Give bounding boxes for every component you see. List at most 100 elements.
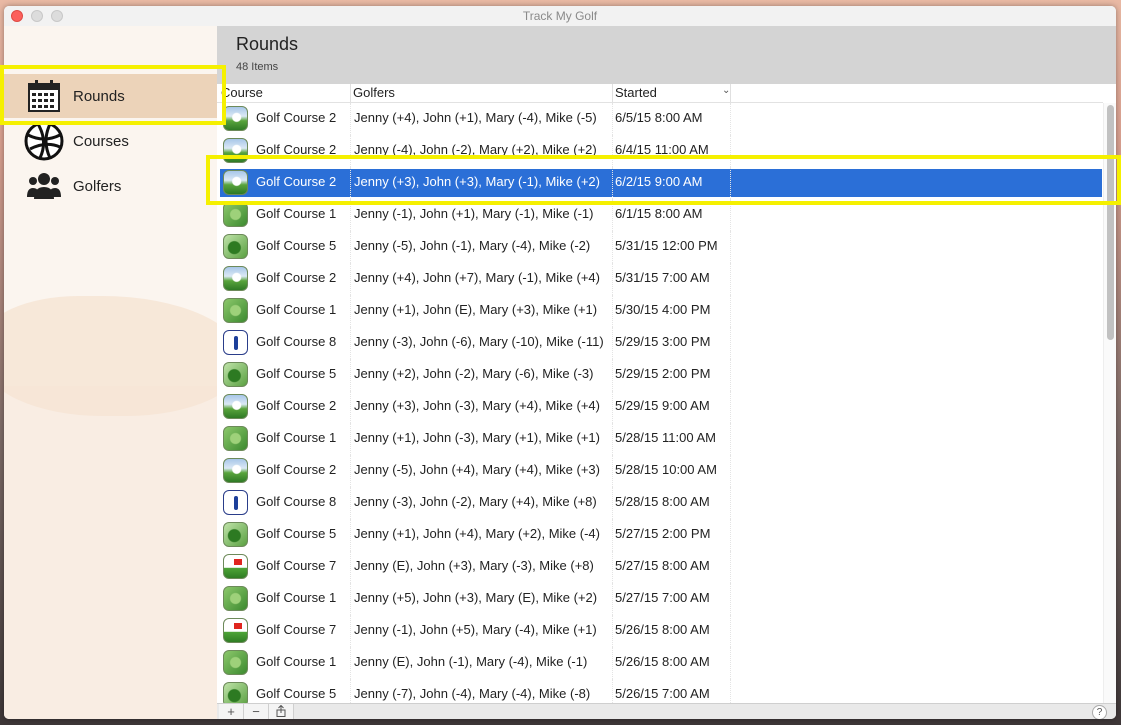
table-row[interactable]: Golf Course 2 Jenny (+3), John (+3), Mary… — [217, 167, 1103, 199]
course-8-golfer-icon — [223, 330, 248, 355]
golfers-cell: Jenny (+3), John (-3), Mary (+4), Mike (… — [354, 398, 600, 413]
column-divider — [612, 327, 614, 359]
course-cell: Golf Course 2 — [256, 462, 337, 477]
vertical-scrollbar[interactable] — [1103, 103, 1116, 703]
course-5-thumbnail-icon — [223, 234, 248, 259]
rounds-table[interactable]: Golf Course 2 Jenny (+4), John (+1), Mary… — [217, 103, 1103, 703]
course-5-thumbnail-icon — [223, 682, 248, 703]
scrollbar-thumb[interactable] — [1107, 105, 1114, 340]
title-bar[interactable]: Track My Golf — [4, 6, 1116, 27]
course-1-thumbnail-icon — [223, 298, 248, 323]
column-divider — [350, 231, 352, 263]
page-title: Rounds — [236, 34, 299, 54]
course-2-thumbnail-icon — [223, 458, 248, 483]
started-cell: 5/30/15 4:00 PM — [615, 302, 711, 317]
column-divider — [730, 583, 732, 615]
table-row[interactable]: Golf Course 5 Jenny (-5), John (-1), Mary… — [217, 231, 1103, 263]
started-cell: 5/26/15 7:00 AM — [615, 686, 710, 701]
table-row[interactable]: Golf Course 1 Jenny (+1), John (E), Mary … — [217, 295, 1103, 327]
course-2-thumbnail-icon — [223, 170, 248, 195]
column-divider — [350, 615, 352, 647]
column-divider — [350, 455, 352, 487]
table-row[interactable]: Golf Course 5 Jenny (+2), John (-2), Mary… — [217, 359, 1103, 391]
golfers-cell: Jenny (-4), John (-2), Mary (+2), Mike (… — [354, 142, 597, 157]
column-divider — [612, 135, 614, 167]
table-row[interactable]: Golf Course 7 Jenny (-1), John (+5), Mary… — [217, 615, 1103, 647]
table-row[interactable]: Golf Course 1 Jenny (E), John (-1), Mary … — [217, 647, 1103, 679]
app-window: Track My Golf Rounds Courses Golfers Rou… — [4, 6, 1116, 719]
table-row[interactable]: Golf Course 7 Jenny (E), John (+3), Mary … — [217, 551, 1103, 583]
column-divider — [730, 327, 732, 359]
column-divider — [612, 295, 614, 327]
content-header: Rounds 48 Items — [217, 26, 1116, 84]
column-divider — [350, 679, 352, 703]
table-row[interactable]: Golf Course 1 Jenny (+5), John (+3), Mary… — [217, 583, 1103, 615]
course-cell: Golf Course 7 — [256, 558, 337, 573]
course-cell: Golf Course 1 — [256, 302, 337, 317]
column-divider — [730, 199, 732, 231]
column-divider — [730, 615, 732, 647]
table-row[interactable]: Golf Course 2 Jenny (+4), John (+1), Mary… — [217, 103, 1103, 135]
column-header-golfers[interactable]: Golfers — [353, 85, 395, 100]
column-divider — [350, 263, 352, 295]
calendar-icon — [22, 74, 66, 118]
globe-icon — [22, 119, 66, 163]
column-divider — [612, 615, 614, 647]
golfers-cell: Jenny (-5), John (-1), Mary (-4), Mike (… — [354, 238, 591, 253]
started-cell: 5/27/15 8:00 AM — [615, 558, 710, 573]
share-button[interactable] — [269, 704, 294, 719]
column-header-started[interactable]: Started — [615, 85, 657, 100]
sidebar-item-courses[interactable]: Courses — [4, 119, 217, 163]
course-cell: Golf Course 5 — [256, 366, 337, 381]
course-1-thumbnail-icon — [223, 426, 248, 451]
table-row[interactable]: Golf Course 8 Jenny (-3), John (-2), Mary… — [217, 487, 1103, 519]
table-row[interactable]: Golf Course 2 Jenny (+4), John (+7), Mary… — [217, 263, 1103, 295]
course-cell: Golf Course 5 — [256, 686, 337, 701]
sidebar: Rounds Courses Golfers — [4, 26, 217, 719]
column-divider — [350, 135, 352, 167]
table-row[interactable]: Golf Course 8 Jenny (-3), John (-6), Mary… — [217, 327, 1103, 359]
column-divider — [350, 167, 352, 199]
course-5-thumbnail-icon — [223, 362, 248, 387]
started-cell: 5/31/15 7:00 AM — [615, 270, 710, 285]
table-row[interactable]: Golf Course 2 Jenny (-5), John (+4), Mary… — [217, 455, 1103, 487]
golfers-cell: Jenny (-7), John (-4), Mary (-4), Mike (… — [354, 686, 591, 701]
add-round-button[interactable]: + — [219, 704, 244, 719]
column-divider[interactable] — [350, 84, 351, 102]
course-5-thumbnail-icon — [223, 522, 248, 547]
column-divider — [730, 103, 732, 135]
column-divider[interactable] — [730, 84, 731, 102]
course-2-thumbnail-icon — [223, 106, 248, 131]
item-count: 48 Items — [236, 61, 279, 73]
course-cell: Golf Course 5 — [256, 526, 337, 541]
remove-round-button[interactable]: − — [244, 704, 269, 719]
column-divider — [730, 679, 732, 703]
table-row[interactable]: Golf Course 5 Jenny (-7), John (-4), Mary… — [217, 679, 1103, 703]
course-cell: Golf Course 1 — [256, 654, 337, 669]
column-divider — [730, 391, 732, 423]
golfers-cell: Jenny (+4), John (+7), Mary (-1), Mike (… — [354, 270, 600, 285]
column-divider — [612, 519, 614, 551]
sidebar-item-rounds[interactable]: Rounds — [4, 74, 217, 118]
started-cell: 5/28/15 10:00 AM — [615, 462, 717, 477]
table-row[interactable]: Golf Course 2 Jenny (-4), John (-2), Mary… — [217, 135, 1103, 167]
table-row[interactable]: Golf Course 1 Jenny (+1), John (-3), Mary… — [217, 423, 1103, 455]
table-row[interactable]: Golf Course 1 Jenny (-1), John (+1), Mary… — [217, 199, 1103, 231]
help-button[interactable]: ? — [1092, 705, 1107, 719]
golfers-cell: Jenny (+3), John (+3), Mary (-1), Mike (… — [354, 174, 600, 189]
column-divider — [730, 551, 732, 583]
column-divider — [730, 167, 732, 199]
sidebar-item-golfers[interactable]: Golfers — [4, 164, 217, 208]
column-divider — [730, 423, 732, 455]
column-divider — [350, 295, 352, 327]
course-cell: Golf Course 1 — [256, 590, 337, 605]
column-divider[interactable] — [612, 84, 613, 102]
column-header-course[interactable]: Course — [221, 85, 263, 100]
table-row[interactable]: Golf Course 5 Jenny (+1), John (+4), Mary… — [217, 519, 1103, 551]
course-cell: Golf Course 8 — [256, 334, 337, 349]
started-cell: 6/4/15 11:00 AM — [615, 142, 709, 157]
course-2-thumbnail-icon — [223, 266, 248, 291]
table-row[interactable]: Golf Course 2 Jenny (+3), John (-3), Mary… — [217, 391, 1103, 423]
sidebar-item-label: Golfers — [73, 177, 122, 195]
main-content: Rounds 48 Items Course Golfers Started ⌄… — [217, 26, 1116, 719]
